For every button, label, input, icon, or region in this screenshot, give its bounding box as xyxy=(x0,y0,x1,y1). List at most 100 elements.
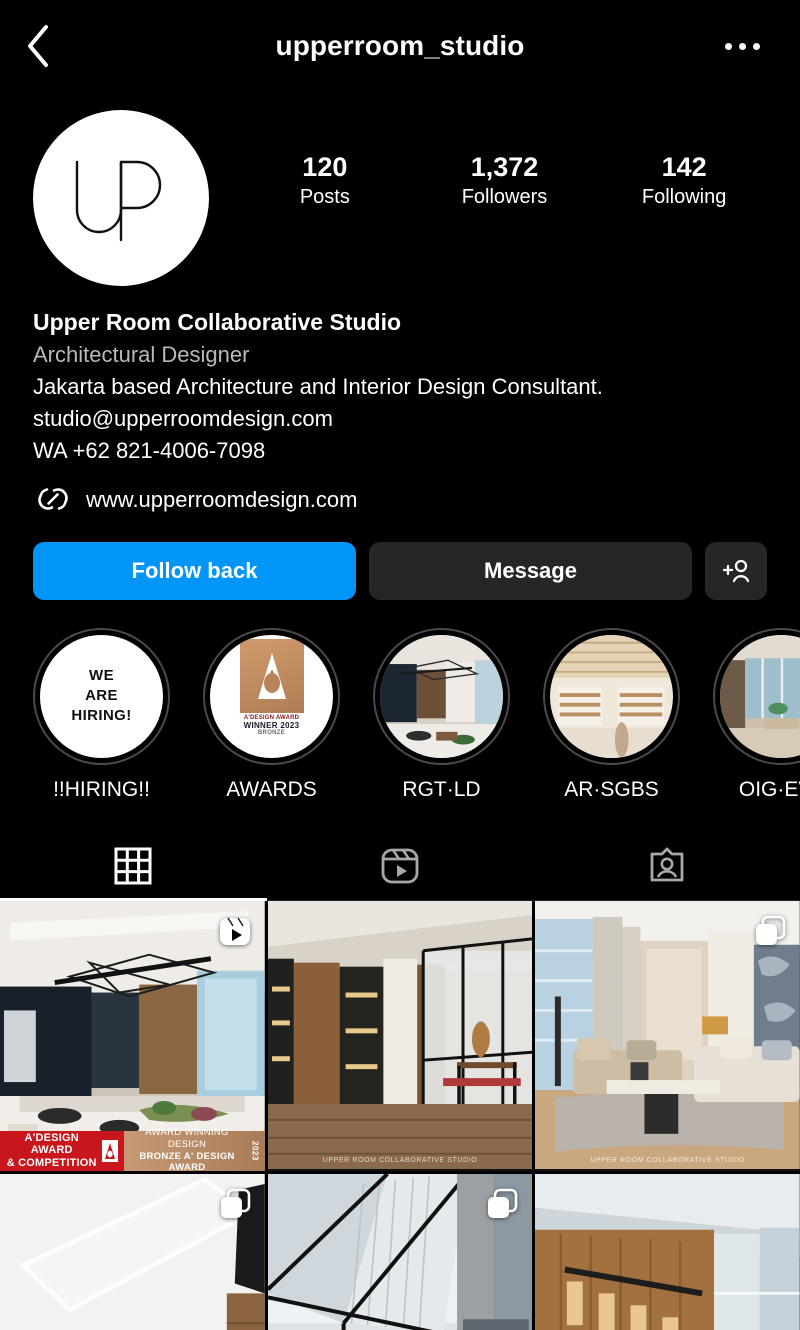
retail-store-photo xyxy=(550,634,673,758)
hiring-line: ARE xyxy=(85,687,118,705)
more-options-icon xyxy=(738,42,746,50)
highlight-awards[interactable]: A'DESIGN AWARD WINNER 2023 BRONZE AWARDS xyxy=(203,627,340,802)
award-brand-line2: & COMPETITION xyxy=(6,1156,97,1169)
highlight-ar-sgbs[interactable]: AR·SGBS xyxy=(543,627,680,802)
highlight-label: AR·SGBS xyxy=(564,777,659,801)
hiring-line: WE xyxy=(89,667,114,685)
highlight-label: OIG·EV1 xyxy=(738,777,800,801)
award-text-line1: AWARD WINNING DESIGN xyxy=(145,1126,229,1150)
chevron-left-icon xyxy=(28,25,48,67)
highlight-oig-ev1[interactable]: OIG·EV1 xyxy=(713,627,800,802)
a-design-award-badge: A'DESIGN AWARD WINNER 2023 BRONZE xyxy=(210,634,333,758)
grid-icon xyxy=(114,847,152,885)
highlight-ring: A'DESIGN AWARD WINNER 2023 BRONZE xyxy=(203,627,340,765)
following-count: 142 xyxy=(661,152,707,182)
message-button[interactable]: Message xyxy=(369,541,692,600)
highlight-ring xyxy=(713,627,800,765)
more-options-button[interactable] xyxy=(714,26,770,66)
highlight-rgt-ld[interactable]: RGT·LD xyxy=(373,627,510,802)
profile-link[interactable]: www.upperroomdesign.com xyxy=(33,468,768,516)
story-highlights: WE ARE HIRING! !!HIRING!! A'DESIGN AWARD… xyxy=(0,600,800,802)
following-label: Following xyxy=(641,186,727,209)
bio-line: Jakarta based Architecture and Interior … xyxy=(33,373,603,399)
add-person-icon xyxy=(722,559,750,582)
award-droplet-icon xyxy=(257,652,286,699)
reel-icon xyxy=(219,917,250,945)
highlight-cover xyxy=(550,634,673,758)
profile-stats: 120 Posts 1,372 Followers 142 Following xyxy=(209,110,800,210)
profile-actions: Follow back Message xyxy=(0,516,800,600)
back-button[interactable] xyxy=(14,22,62,70)
more-options-icon xyxy=(724,42,732,50)
bio-line: studio@upperroomdesign.com xyxy=(33,405,333,431)
award-mark-icon xyxy=(102,1139,119,1162)
post-thumbnail[interactable]: A'DESIGN AWARD & COMPETITION AWARD WINNI… xyxy=(0,900,265,1171)
highlight-label: RGT·LD xyxy=(402,777,481,801)
highlight-ring xyxy=(543,627,680,765)
avatar[interactable] xyxy=(33,110,209,286)
living-room-photo xyxy=(720,634,800,758)
profile-header: 120 Posts 1,372 Followers 142 Following xyxy=(0,92,800,286)
stat-posts[interactable]: 120 Posts xyxy=(277,152,373,210)
profile-category: Architectural Designer xyxy=(33,341,250,367)
award-brand-line1: A'DESIGN AWARD xyxy=(24,1132,79,1157)
display-name: Upper Room Collaborative Studio xyxy=(33,309,402,335)
award-text: AWARD WINNING DESIGN BRONZE A' DESIGN AW… xyxy=(124,1127,265,1171)
carousel-icon xyxy=(488,1188,518,1218)
tagged-icon xyxy=(650,847,684,881)
page-title: upperroom_studio xyxy=(275,30,525,61)
profile-tabs xyxy=(0,832,800,901)
followers-count: 1,372 xyxy=(470,152,539,182)
wood-panel-corridor-scene xyxy=(535,1173,800,1330)
award-droplet-icon xyxy=(105,1142,116,1159)
post-thumbnail[interactable]: UPPER ROOM COLLABORATIVE STUDIO xyxy=(535,900,800,1171)
posts-label: Posts xyxy=(299,186,350,209)
up-logo-icon xyxy=(75,160,162,242)
dining-room-photo xyxy=(380,634,503,758)
posts-count: 120 xyxy=(302,152,348,182)
hiring-line: HIRING! xyxy=(71,706,132,724)
followers-label: Followers xyxy=(461,186,548,209)
award-mark-icon xyxy=(239,638,304,713)
highlight-cover xyxy=(720,634,800,758)
tab-reels[interactable] xyxy=(267,832,534,900)
highlight-label: !!HIRING!! xyxy=(53,777,150,801)
award-brand: A'DESIGN AWARD & COMPETITION xyxy=(0,1130,125,1171)
award-text-line2: BRONZE A' DESIGN AWARD xyxy=(139,1150,235,1171)
carousel-icon xyxy=(755,915,786,945)
more-options-icon xyxy=(752,42,760,50)
award-year: 2023 xyxy=(250,1140,260,1161)
follow-back-button[interactable]: Follow back xyxy=(33,541,356,600)
highlight-ring xyxy=(373,627,510,765)
highlight-cover: WE ARE HIRING! xyxy=(40,634,163,758)
profile-link-url: www.upperroomdesign.com xyxy=(86,486,358,512)
post-watermark: UPPER ROOM COLLABORATIVE STUDIO xyxy=(322,1156,478,1164)
bio-line: WA +62 821-4006-7098 xyxy=(33,438,266,464)
highlight-ring: WE ARE HIRING! xyxy=(33,627,170,765)
tab-grid[interactable] xyxy=(0,832,267,901)
we-are-hiring-cover: WE ARE HIRING! xyxy=(40,634,163,758)
post-thumbnail[interactable]: UPPER ROOM COLLABORATIVE STUDIO xyxy=(267,900,533,1171)
post-thumbnail[interactable] xyxy=(267,1173,533,1330)
carousel-icon xyxy=(220,1188,250,1218)
highlight-cover: A'DESIGN AWARD WINNER 2023 BRONZE xyxy=(210,634,333,758)
stat-followers[interactable]: 1,372 Followers xyxy=(456,152,552,210)
post-watermark: UPPER ROOM COLLABORATIVE STUDIO xyxy=(590,1156,745,1164)
reels-icon xyxy=(381,848,419,883)
profile-bio: Upper Room Collaborative Studio Architec… xyxy=(0,286,800,516)
post-grid: A'DESIGN AWARD & COMPETITION AWARD WINNI… xyxy=(0,900,800,1330)
award-line2: WINNER 2023 xyxy=(243,720,300,730)
link-icon xyxy=(38,487,68,510)
top-navigation-bar: upperroom_studio xyxy=(0,0,800,92)
post-thumbnail[interactable] xyxy=(535,1173,800,1330)
award-banner: A'DESIGN AWARD & COMPETITION AWARD WINNI… xyxy=(0,1127,265,1171)
tab-tagged[interactable] xyxy=(533,832,800,900)
award-line3: BRONZE xyxy=(257,729,286,736)
add-person-button[interactable] xyxy=(705,541,767,600)
highlight-cover xyxy=(380,634,503,758)
stat-following[interactable]: 142 Following xyxy=(636,152,732,210)
wood-glass-partition-scene xyxy=(267,900,533,1170)
highlight-label: AWARDS xyxy=(226,777,317,801)
post-thumbnail[interactable] xyxy=(0,1173,265,1330)
highlight-hiring[interactable]: WE ARE HIRING! !!HIRING!! xyxy=(33,627,170,802)
